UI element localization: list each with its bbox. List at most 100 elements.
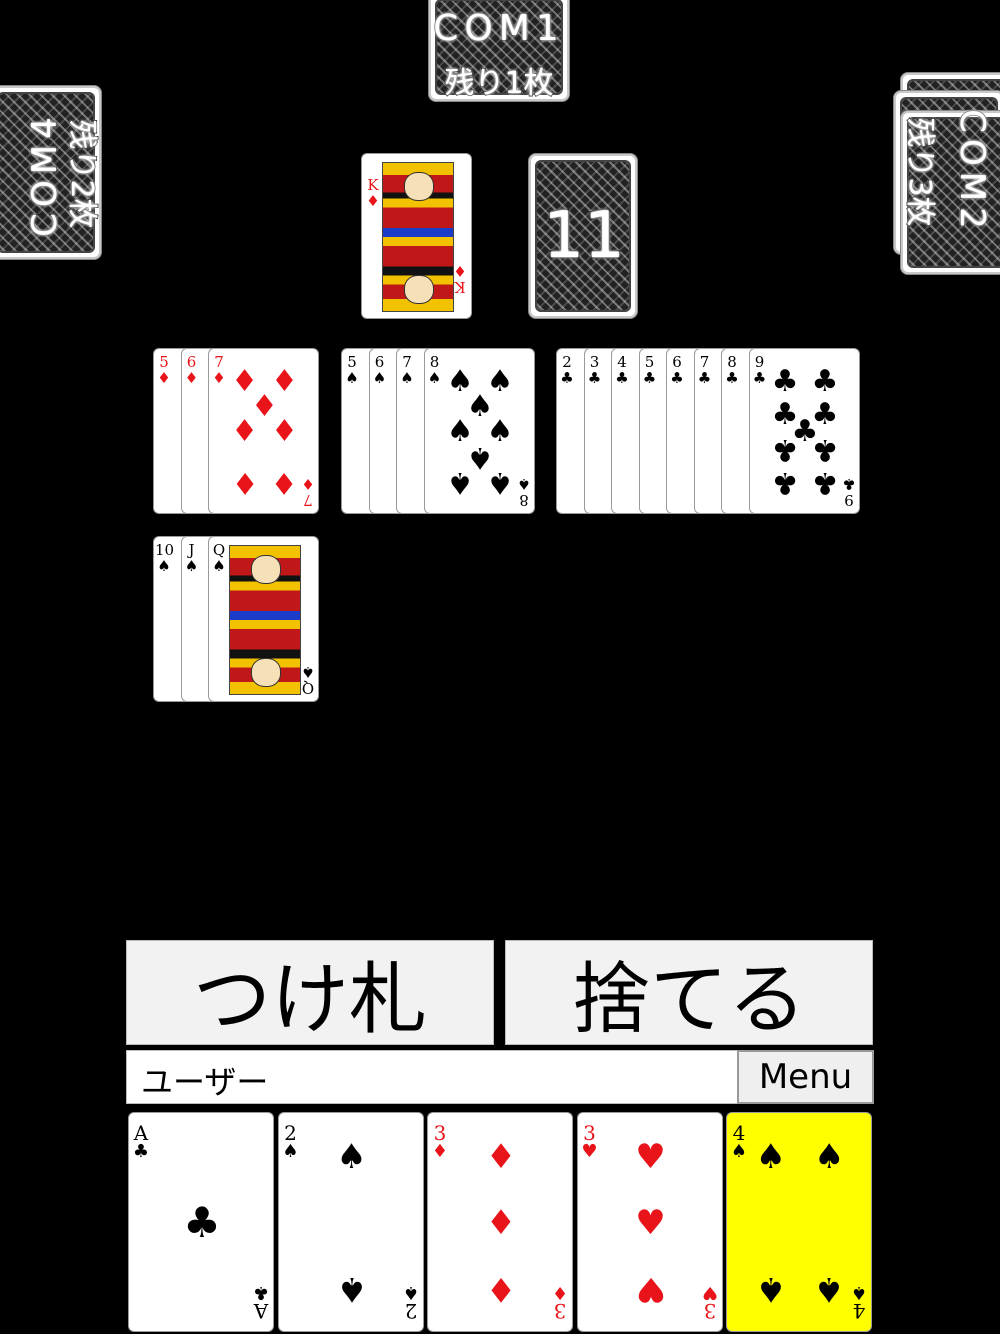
card-suit: ♦	[212, 369, 226, 387]
hand-card-suit: ♦	[431, 1141, 449, 1162]
card-suit: ♣	[670, 369, 684, 387]
king-figure	[382, 162, 454, 312]
hand-card-suit-bottom: ♠	[402, 1282, 419, 1303]
card-rank: 8	[727, 353, 737, 371]
hand-card-pip: ♣	[183, 1198, 221, 1247]
hand-card-pip: ♦	[485, 1203, 517, 1243]
discard-pile-card[interactable]: K ♦ K ♦	[361, 153, 472, 319]
hand-card[interactable]: 2 ♠ ♠ ♠ 2 ♠	[277, 1112, 424, 1332]
hand-card-suit: ♠	[282, 1141, 299, 1162]
hand-card-pip: ♥	[635, 1203, 666, 1243]
card-suit: ♠	[184, 557, 199, 575]
com4-remaining: 残り2枚	[63, 118, 100, 229]
hand-card-suit: ♣	[132, 1141, 150, 1162]
discard-rank-bottom: K	[454, 278, 466, 296]
card-suit: ♣	[560, 369, 574, 387]
card-pip: ♦	[271, 464, 298, 500]
com1-name: COM1	[432, 7, 565, 50]
hand-card-pip: ♠	[336, 1269, 367, 1309]
table-card: 9 ♣ ♣ ♣ ♣ ♣ ♣ ♣ ♣ ♣ ♣ 9 ♣	[748, 348, 860, 514]
discard-button[interactable]: 捨てる	[505, 940, 873, 1045]
hand-card[interactable]: 3 ♥ ♥ ♥ ♥ 3 ♥	[576, 1112, 723, 1332]
menu-button-label: Menu	[758, 1057, 853, 1097]
hand-card-rank-bottom: 3	[703, 1299, 716, 1323]
hand-card-pip: ♥	[635, 1269, 666, 1309]
card-pip: ♣	[811, 364, 839, 400]
hand-card-rank: 2	[284, 1121, 297, 1145]
com1-remaining: 残り1枚	[443, 65, 554, 102]
card-pip: ♠	[446, 464, 474, 500]
card-suit: ♠	[400, 369, 414, 387]
hand-card-pip: ♥	[635, 1137, 666, 1177]
card-suit: ♦	[157, 369, 171, 387]
hand-card-rank-bottom: 2	[404, 1299, 417, 1323]
card-suit: ♠	[345, 369, 359, 387]
card-rank: 5	[159, 353, 169, 371]
hand-card-suit-bottom: ♦	[551, 1282, 569, 1303]
card-pip: ♦	[231, 414, 258, 449]
hand-card-pip: ♦	[485, 1137, 517, 1177]
card-suit: ♠	[427, 369, 442, 387]
menu-button[interactable]: Menu	[737, 1050, 874, 1104]
discard-suit: ♦	[366, 192, 380, 210]
hand-card-rank: 3	[433, 1121, 447, 1145]
card-rank: 6	[186, 353, 197, 371]
card-rank: 9	[754, 353, 765, 371]
hand-card-rank: 3	[583, 1121, 596, 1145]
card-pip: ♠	[486, 464, 514, 500]
com4-name: COM4	[24, 110, 66, 237]
card-suit-bottom: ♦	[301, 475, 315, 493]
attach-button-label: つけ札	[192, 954, 427, 1045]
card-pip: ♣	[771, 364, 799, 400]
attach-button[interactable]: つけ札	[126, 940, 494, 1045]
card-rank: 2	[562, 353, 572, 371]
draw-deck[interactable]: 11	[528, 153, 638, 319]
card-rank: 3	[589, 353, 600, 371]
player-name: ユーザー	[141, 1063, 269, 1101]
card-rank: 4	[617, 353, 627, 371]
card-rank: 6	[374, 353, 385, 371]
card-rank-bottom: 9	[843, 491, 854, 509]
hand-card-rank: 4	[732, 1121, 746, 1145]
card-suit-bottom: ♠	[301, 663, 315, 681]
hand-card-rank: A	[133, 1121, 149, 1145]
hand-card[interactable]: 3 ♦ ♦ ♦ ♦ 3 ♦	[427, 1112, 573, 1332]
card-suit: ♣	[615, 369, 629, 387]
hand-card-suit: ♠	[730, 1141, 748, 1162]
hand-card-pip: ♠	[755, 1137, 787, 1177]
discard-rank: K	[367, 176, 379, 194]
com2-name: COM2	[951, 108, 993, 235]
hand-card[interactable]: 4 ♠ ♠ ♠ ♠ ♠ 4 ♠	[726, 1112, 872, 1332]
card-suit: ♣	[752, 369, 767, 387]
card-suit-bottom: ♠	[516, 475, 531, 493]
card-rank: 8	[429, 353, 440, 371]
card-pip: ♦	[271, 414, 298, 449]
card-pip: ♦	[231, 464, 258, 500]
table-card: 8 ♠ ♠ ♠ ♠ ♠ ♠ ♠ ♠ ♠ 8 ♠	[423, 348, 535, 514]
card-rank: 7	[402, 353, 412, 371]
card-suit: ♠	[157, 557, 171, 575]
hand-card-pip: ♠	[336, 1137, 367, 1177]
card-rank: 5	[347, 353, 357, 371]
table-card: 7 ♦ ♦ ♦ ♦ ♦ ♦ ♦ ♦ 7 ♦	[208, 348, 319, 514]
hand-card-pip: ♠	[813, 1137, 845, 1177]
card-suit: ♣	[642, 369, 657, 387]
card-suit: ♠	[372, 369, 387, 387]
hand-card-pip: ♠	[813, 1269, 845, 1309]
discard-suit-bottom: ♦	[453, 262, 467, 280]
card-suit: ♣	[587, 369, 602, 387]
card-rank: J	[188, 541, 195, 559]
hand-card[interactable]: A ♣ ♣ A ♣	[128, 1112, 274, 1332]
hand-card-pip: ♦	[485, 1269, 517, 1309]
card-rank: 10	[155, 541, 175, 559]
card-pip: ♣	[811, 464, 839, 500]
hand-card-suit: ♥	[581, 1141, 598, 1162]
hand-card-rank-bottom: 3	[553, 1299, 567, 1323]
hand-card-suit-bottom: ♣	[252, 1282, 270, 1303]
deck-count: 11	[542, 198, 626, 275]
card-pip: ♣	[771, 431, 799, 467]
card-rank-bottom: 7	[303, 491, 313, 509]
hand-card-rank-bottom: A	[253, 1299, 269, 1323]
card-suit: ♣	[725, 369, 739, 387]
card-rank: Q	[212, 541, 226, 559]
